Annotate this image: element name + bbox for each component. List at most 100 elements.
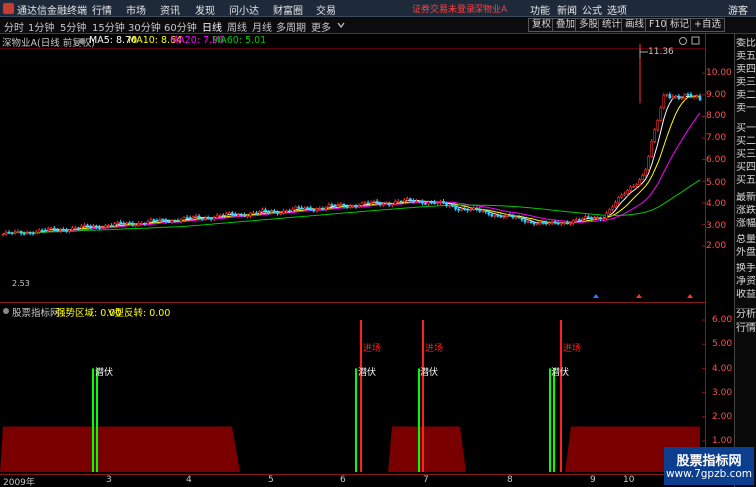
candle-body [13,231,17,234]
candle-body [137,223,141,226]
signal-label-qianfu: 潜伏 [551,368,570,378]
candle-body [246,215,249,217]
candle-body [1,233,5,236]
price-tick-label: 10.00 [706,68,732,78]
side-item[interactable]: 收益 [736,289,756,302]
side-item[interactable]: 买五 [736,175,756,188]
candle-body [306,207,310,210]
candle-body [409,198,412,201]
candle-body [544,222,548,225]
side-item[interactable]: 涨幅 [736,218,756,231]
candle-body [215,214,219,219]
indicator-tick-label: 2.00 [712,412,733,422]
side-item[interactable]: 卖四 [736,64,756,77]
candle-body [375,200,379,204]
side-item[interactable]: 外盘 [736,247,756,260]
side-tab-hangqing[interactable]: 行情 [736,322,756,335]
candle-body [626,189,629,195]
side-item[interactable]: 卖三 [736,77,756,90]
ma60-value: MA60: 5.01 [212,35,267,46]
candle-body [152,219,156,221]
candle-body [698,95,702,101]
candle-body [95,225,98,228]
candle-body [62,229,65,231]
candle-body [107,225,110,227]
candle-body [348,205,352,208]
side-item[interactable]: 总量 [736,234,756,247]
side-item[interactable]: 买三 [736,149,756,162]
ma20-line [2,112,701,235]
candle-body [692,96,696,99]
candle-body [25,232,29,234]
candle-body [354,205,358,208]
candle-body [421,200,424,204]
event-marker[interactable] [687,294,693,298]
side-item[interactable]: 买二 [736,136,756,149]
candle-body [4,231,8,235]
candle-body [484,210,488,213]
side-item[interactable]: 涨跌 [736,205,756,218]
ma5-line [2,95,701,235]
candle-body [617,197,620,203]
candle-body [650,141,654,157]
candle-body [65,229,68,232]
strong-zone-band [388,426,466,472]
v-reversal-value: V型反转: 0.00 [108,308,171,319]
candle-body [641,175,644,180]
candle-body [683,93,687,99]
side-item[interactable]: 净资 [736,276,756,289]
indicator-name[interactable]: 股票指标网 [12,305,60,319]
candle-body [511,215,515,218]
candle-body [10,232,14,234]
candle-body [463,208,466,211]
candle-body [550,221,554,224]
candle-body [336,204,340,207]
candle-body [399,200,403,203]
side-item[interactable]: 买一 [736,123,756,136]
candle-body [578,219,581,221]
candle-body [547,222,551,225]
candle-body [372,200,376,203]
candle-body [128,222,132,225]
candle-body [638,179,641,185]
candle-body [285,210,288,212]
date-tick-label: 7 [423,475,429,485]
candle-body [315,208,319,211]
jinchang-signal-bar [560,320,562,472]
price-tick-label: 7.00 [706,133,727,143]
event-marker[interactable] [636,294,642,298]
side-item[interactable]: 卖一 [736,103,756,116]
side-item[interactable]: 买四 [736,162,756,175]
candle-body [496,215,500,217]
side-item[interactable]: 委比 [736,38,756,51]
price-tick-label: 4.00 [706,199,727,209]
side-item[interactable]: 最新 [736,192,756,205]
event-marker[interactable] [593,294,599,298]
candle-body [460,208,463,211]
candle-body [475,207,479,210]
candle-body [321,208,325,210]
candle-body [599,217,602,220]
side-item[interactable]: 换手 [736,263,756,276]
candle-body [393,201,397,205]
candle-body [324,206,328,210]
date-tick-label: 3 [106,475,112,485]
kline-chart[interactable] [0,0,756,487]
indicator-settings-icon[interactable] [78,37,86,45]
side-tab-fenxi[interactable]: 分析 [736,308,756,321]
candle-body [499,215,503,218]
candle-body [502,216,506,218]
price-tick-label: 3.00 [706,221,727,231]
side-item[interactable]: 卖二 [736,90,756,103]
candle-body [520,216,524,221]
signal-label-jinchang: 进场 [563,344,582,354]
indicator-settings-icon[interactable] [2,307,10,315]
candle-body [218,214,222,217]
candle-body [237,214,240,216]
candle-body [110,225,113,227]
side-item[interactable]: 卖五 [736,51,756,64]
candle-body [318,208,322,210]
strong-zone-band [0,426,240,472]
candle-body [360,202,364,206]
candle-body [623,193,626,196]
